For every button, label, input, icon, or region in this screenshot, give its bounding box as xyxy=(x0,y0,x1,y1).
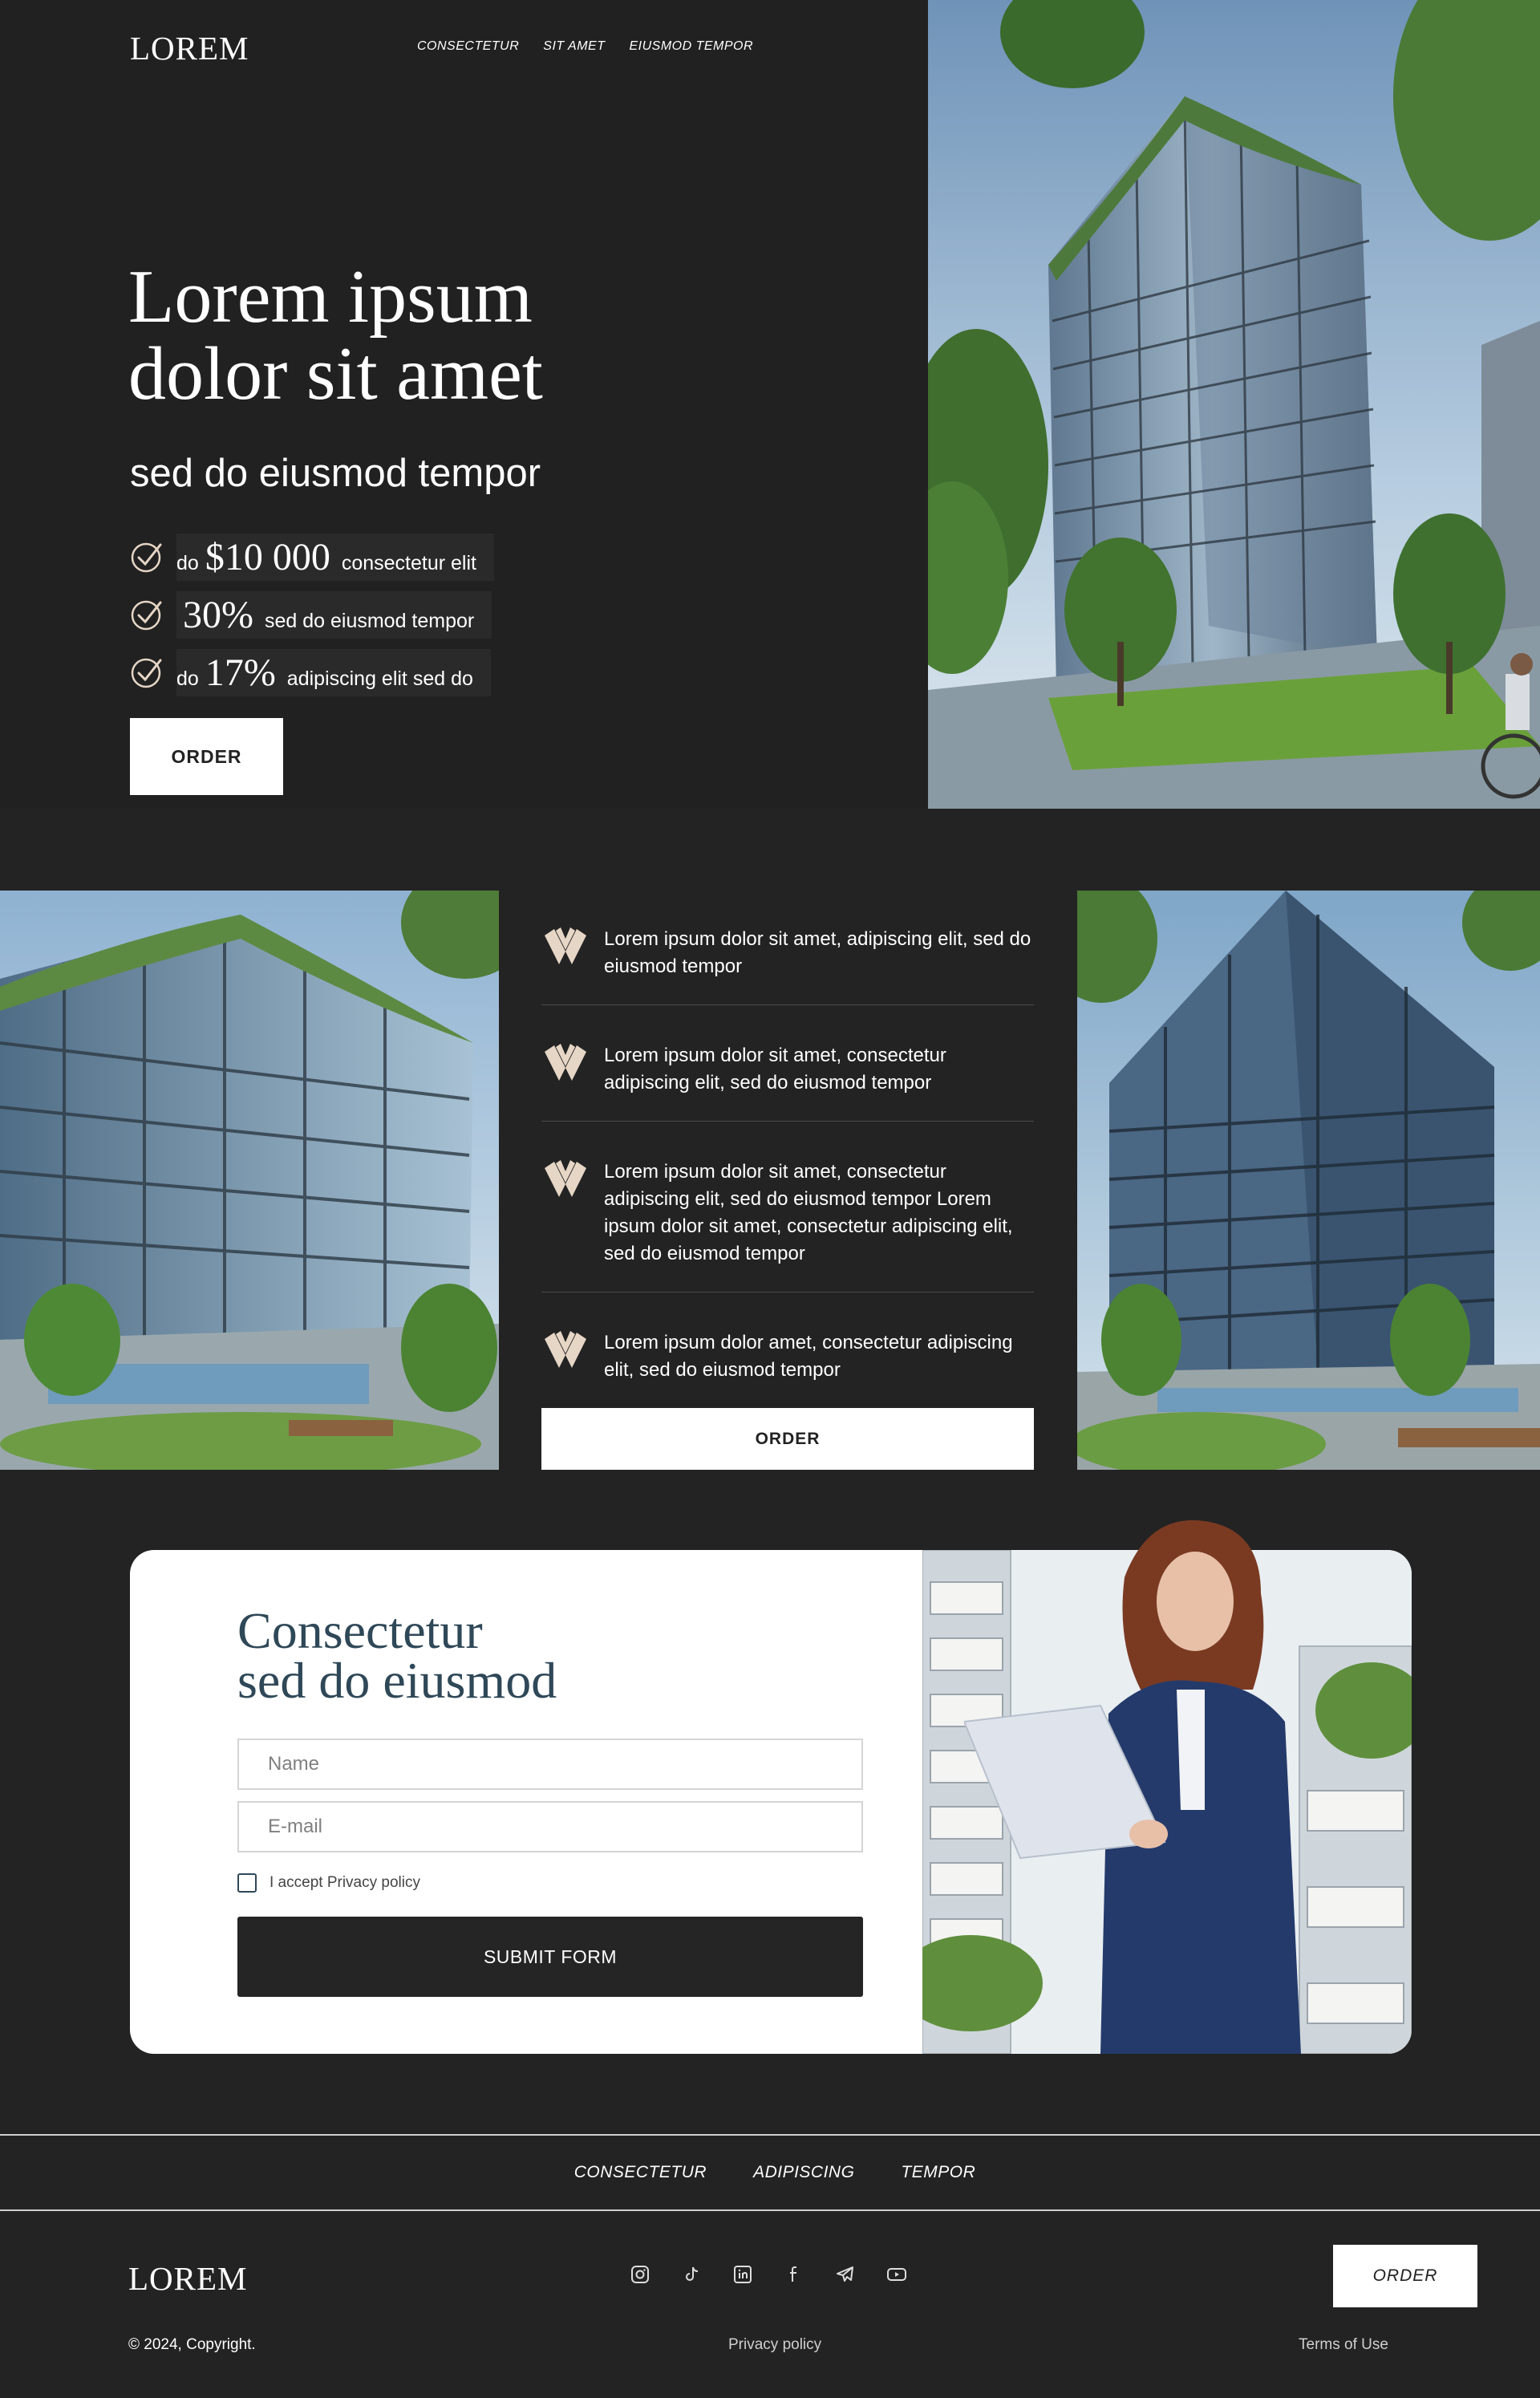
feature-item: Lorem ipsum dolor sit amet, consectetur … xyxy=(541,1122,1034,1292)
contact-form-card: Consectetur sed do eiusmod I accept Priv… xyxy=(130,1520,1412,2054)
chevron-logo-icon xyxy=(545,1160,586,1197)
feature-item: Lorem ipsum dolor sit amet, consectetur … xyxy=(541,1005,1034,1122)
facebook-icon[interactable] xyxy=(782,2261,806,2288)
privacy-checkbox[interactable] xyxy=(237,1873,257,1893)
hero-order-button[interactable]: ORDER xyxy=(130,718,283,795)
benefit-pill: 30% sed do eiusmod tempor xyxy=(176,590,492,639)
chevron-logo-icon xyxy=(545,1044,586,1081)
hero-title-line2: dolor sit amet xyxy=(128,332,543,416)
privacy-policy-link[interactable]: Privacy policy xyxy=(728,2336,821,2354)
hero-title: Lorem ipsum dolor sit amet xyxy=(128,258,626,412)
features-order-button[interactable]: ORDER xyxy=(541,1408,1034,1470)
top-nav: CONSECTETUR SIT AMET EIUSMOD TEMPOR xyxy=(417,39,753,54)
footer-nav: CONSECTETUR ADIPISCING TEMPOR xyxy=(0,2134,1540,2211)
benefit-value: 30% xyxy=(183,593,253,636)
youtube-icon[interactable] xyxy=(885,2261,909,2288)
form-title: Consectetur sed do eiusmod xyxy=(237,1605,557,1709)
check-circle-icon xyxy=(131,600,162,631)
hero-building-image xyxy=(928,0,1540,809)
building-image-right xyxy=(1077,891,1540,1470)
footer-link-consectetur[interactable]: CONSECTETUR xyxy=(574,2163,707,2182)
footer-link-tempor[interactable]: TEMPOR xyxy=(901,2163,975,2182)
benefit-item: do 17% adipiscing elit sed do xyxy=(130,648,494,696)
benefit-text: adipiscing elit sed do xyxy=(286,667,473,690)
form-title-line2: sed do eiusmod xyxy=(237,1652,557,1709)
benefits-list: do $10 000 consectetur elit 30% sed do e… xyxy=(130,533,494,707)
nav-link-consectetur[interactable]: CONSECTETUR xyxy=(417,39,519,54)
footer-link-adipiscing[interactable]: ADIPISCING xyxy=(753,2163,854,2182)
hero-section: LOREM CONSECTETUR SIT AMET EIUSMOD TEMPO… xyxy=(0,0,1540,809)
benefit-prefix: do xyxy=(176,667,199,690)
privacy-checkbox-row[interactable]: I accept Privacy policy xyxy=(237,1873,420,1893)
site-logo[interactable]: LOREM xyxy=(130,29,249,67)
copyright-text: © 2024, Copyright. xyxy=(128,2336,256,2353)
linkedin-icon[interactable] xyxy=(731,2261,755,2288)
nav-link-eiusmod-tempor[interactable]: EIUSMOD TEMPOR xyxy=(629,39,753,54)
social-links xyxy=(628,2261,909,2288)
email-field[interactable] xyxy=(237,1801,863,1852)
terms-of-use-link[interactable]: Terms of Use xyxy=(1299,2336,1388,2354)
features-list: Lorem ipsum dolor sit amet, adipiscing e… xyxy=(541,891,1034,1408)
benefit-value: $10 000 xyxy=(205,535,330,578)
benefit-item: do $10 000 consectetur elit xyxy=(130,533,494,581)
feature-text: Lorem ipsum dolor amet, consectetur adip… xyxy=(604,1332,1013,1381)
feature-text: Lorem ipsum dolor sit amet, consectetur … xyxy=(604,1045,946,1094)
benefit-text: sed do eiusmod tempor xyxy=(264,609,475,632)
feature-item: Lorem ipsum dolor sit amet, adipiscing e… xyxy=(541,891,1034,1005)
footer-logo[interactable]: LOREM xyxy=(128,2259,248,2298)
benefit-pill: do $10 000 consectetur elit xyxy=(176,533,494,581)
chevron-logo-icon xyxy=(545,927,586,964)
agent-photo xyxy=(964,1520,1301,2054)
building-image-left xyxy=(0,891,499,1470)
name-field[interactable] xyxy=(237,1739,863,1790)
instagram-icon[interactable] xyxy=(628,2261,652,2288)
features-section: Lorem ipsum dolor sit amet, adipiscing e… xyxy=(0,891,1540,1470)
hero-title-line1: Lorem ipsum xyxy=(128,255,533,339)
benefit-pill: do 17% adipiscing elit sed do xyxy=(176,648,491,696)
feature-text: Lorem ipsum dolor sit amet, adipiscing e… xyxy=(604,928,1031,977)
benefit-text: consectetur elit xyxy=(341,551,476,574)
submit-form-button[interactable]: SUBMIT FORM xyxy=(237,1917,863,1997)
chevron-logo-icon xyxy=(545,1331,586,1368)
privacy-label: I accept Privacy policy xyxy=(270,1874,420,1891)
hero-subtitle: sed do eiusmod tempor xyxy=(130,452,541,495)
form-title-line1: Consectetur xyxy=(237,1602,483,1659)
nav-link-sit-amet[interactable]: SIT AMET xyxy=(543,39,605,54)
feature-item: Lorem ipsum dolor amet, consectetur adip… xyxy=(541,1292,1034,1408)
telegram-icon[interactable] xyxy=(833,2261,857,2288)
benefit-prefix: do xyxy=(176,551,199,574)
tiktok-icon[interactable] xyxy=(679,2261,703,2288)
feature-text: Lorem ipsum dolor sit amet, consectetur … xyxy=(604,1161,1013,1264)
check-circle-icon xyxy=(131,658,162,688)
benefit-value: 17% xyxy=(205,651,276,694)
check-circle-icon xyxy=(131,542,162,573)
footer-order-button[interactable]: ORDER xyxy=(1333,2245,1477,2307)
benefit-item: 30% sed do eiusmod tempor xyxy=(130,590,494,639)
